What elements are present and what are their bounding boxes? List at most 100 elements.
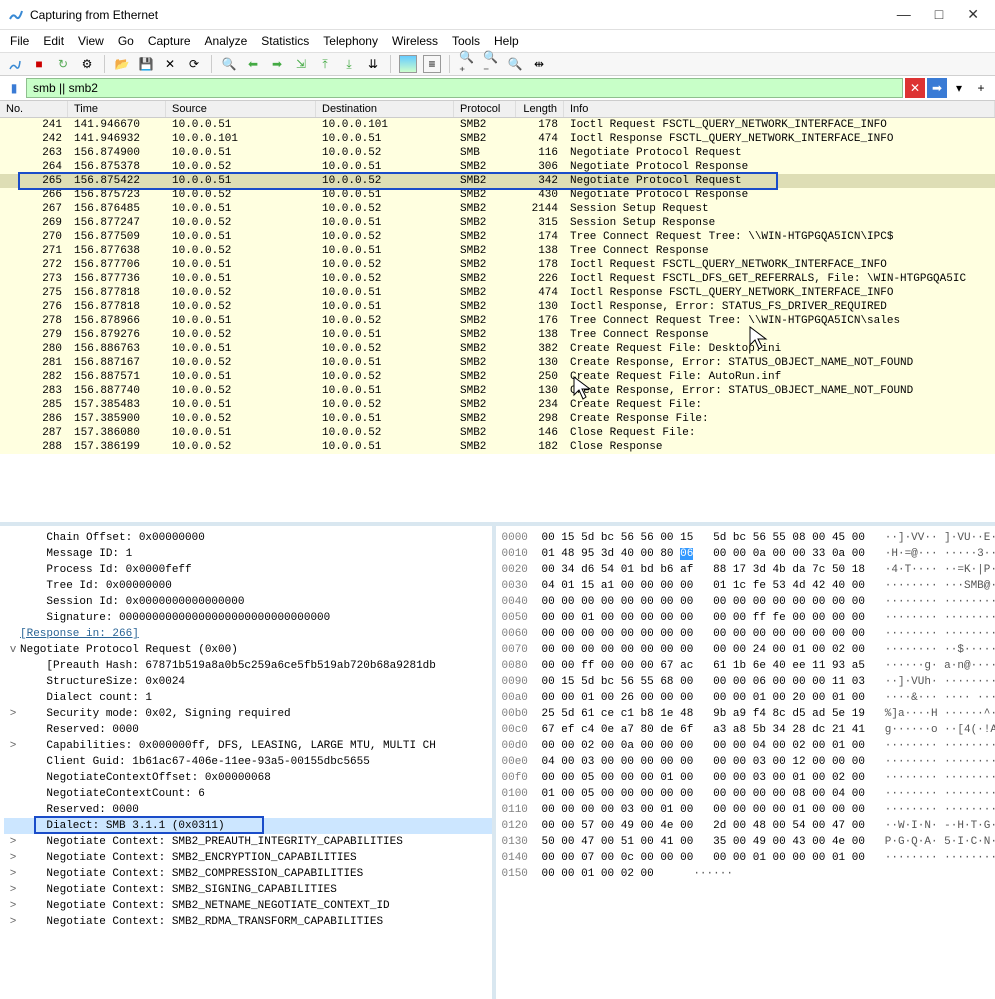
resize-columns-icon[interactable]: ⇹: [530, 55, 548, 73]
detail-line[interactable]: Client Guid: 1b61ac67-406e-11ee-93a5-001…: [4, 754, 492, 770]
go-first-icon[interactable]: ⤒: [316, 55, 334, 73]
packet-row[interactable]: 273156.87773610.0.0.5110.0.0.52SMB2226Io…: [0, 272, 995, 286]
packet-row[interactable]: 280156.88676310.0.0.5110.0.0.52SMB2382Cr…: [0, 342, 995, 356]
detail-line[interactable]: > Security mode: 0x02, Signing required: [4, 706, 492, 722]
packet-row[interactable]: 242141.94693210.0.0.10110.0.0.51SMB2474I…: [0, 132, 995, 146]
detail-line[interactable]: Chain Offset: 0x00000000: [4, 530, 492, 546]
hex-line[interactable]: 015000 00 01 00 02 00 ······: [502, 866, 990, 882]
display-filter-input[interactable]: [26, 78, 903, 98]
menu-view[interactable]: View: [78, 34, 104, 48]
detail-line[interactable]: > Negotiate Context: SMB2_NETNAME_NEGOTI…: [4, 898, 492, 914]
hex-line[interactable]: 005000 00 01 00 00 00 00 00 00 00 ff fe …: [502, 610, 990, 626]
detail-line[interactable]: NegotiateContextOffset: 0x00000068: [4, 770, 492, 786]
detail-line[interactable]: [Preauth Hash: 67871b519a8a0b5c259a6ce5f…: [4, 658, 492, 674]
packet-row[interactable]: 265156.87542210.0.0.5110.0.0.52SMB2342Ne…: [0, 174, 995, 188]
packet-row[interactable]: 269156.87724710.0.0.5210.0.0.51SMB2315Se…: [0, 216, 995, 230]
detail-line[interactable]: > Negotiate Context: SMB2_RDMA_TRANSFORM…: [4, 914, 492, 930]
filter-history-icon[interactable]: ▾: [949, 78, 969, 98]
start-capture-icon[interactable]: [6, 55, 24, 73]
hex-line[interactable]: 00f000 00 05 00 00 00 01 00 00 00 03 00 …: [502, 770, 990, 786]
detail-line[interactable]: Process Id: 0x0000feff: [4, 562, 492, 578]
col-header-no[interactable]: No.: [0, 101, 68, 117]
hex-line[interactable]: 009000 15 5d bc 56 55 68 00 00 00 06 00 …: [502, 674, 990, 690]
open-file-icon[interactable]: 📂: [113, 55, 131, 73]
menu-tools[interactable]: Tools: [452, 34, 480, 48]
hex-line[interactable]: 006000 00 00 00 00 00 00 00 00 00 00 00 …: [502, 626, 990, 642]
detail-line[interactable]: > Negotiate Context: SMB2_COMPRESSION_CA…: [4, 866, 492, 882]
hex-line[interactable]: 00e004 00 03 00 00 00 00 00 00 00 03 00 …: [502, 754, 990, 770]
detail-line[interactable]: Session Id: 0x0000000000000000: [4, 594, 492, 610]
packet-row[interactable]: 288157.38619910.0.0.5210.0.0.51SMB2182Cl…: [0, 440, 995, 454]
packet-row[interactable]: 266156.87572310.0.0.5210.0.0.51SMB2430Ne…: [0, 188, 995, 202]
packet-row[interactable]: 271156.87763810.0.0.5210.0.0.51SMB2138Tr…: [0, 244, 995, 258]
packet-row[interactable]: 270156.87750910.0.0.5110.0.0.52SMB2174Tr…: [0, 230, 995, 244]
col-header-length[interactable]: Length: [516, 101, 564, 117]
menu-analyze[interactable]: Analyze: [205, 34, 248, 48]
zoom-reset-icon[interactable]: 🔍: [506, 55, 524, 73]
detail-line[interactable]: Reserved: 0000: [4, 722, 492, 738]
stop-capture-icon[interactable]: ■: [30, 55, 48, 73]
menu-file[interactable]: File: [10, 34, 29, 48]
packet-row[interactable]: 283156.88774010.0.0.5210.0.0.51SMB2130Cr…: [0, 384, 995, 398]
minimize-button[interactable]: —: [897, 6, 911, 23]
maximize-button[interactable]: □: [935, 6, 943, 23]
restart-capture-icon[interactable]: ↻: [54, 55, 72, 73]
packet-details-pane[interactable]: Chain Offset: 0x00000000 Message ID: 1 P…: [0, 526, 496, 999]
packet-row[interactable]: 287157.38608010.0.0.5110.0.0.52SMB2146Cl…: [0, 426, 995, 440]
packet-row[interactable]: 276156.87781810.0.0.5210.0.0.51SMB2130Io…: [0, 300, 995, 314]
hex-line[interactable]: 003004 01 15 a1 00 00 00 00 01 1c fe 53 …: [502, 578, 990, 594]
menu-capture[interactable]: Capture: [148, 34, 191, 48]
bookmark-filter-icon[interactable]: ▮: [4, 78, 24, 98]
hex-line[interactable]: 000000 15 5d bc 56 56 00 15 5d bc 56 55 …: [502, 530, 990, 546]
packet-row[interactable]: 281156.88716710.0.0.5210.0.0.51SMB2130Cr…: [0, 356, 995, 370]
packet-row[interactable]: 286157.38590010.0.0.5210.0.0.51SMB2298Cr…: [0, 412, 995, 426]
menu-go[interactable]: Go: [118, 34, 134, 48]
col-header-protocol[interactable]: Protocol: [454, 101, 516, 117]
packet-row[interactable]: 272156.87770610.0.0.5110.0.0.52SMB2178Io…: [0, 258, 995, 272]
detail-line[interactable]: Signature: 00000000000000000000000000000…: [4, 610, 492, 626]
hex-line[interactable]: 00b025 5d 61 ce c1 b8 1e 48 9b a9 f4 8c …: [502, 706, 990, 722]
layout-icon[interactable]: ≡: [423, 55, 441, 73]
packet-row[interactable]: 263156.87490010.0.0.5110.0.0.52SMB116Neg…: [0, 146, 995, 160]
close-button[interactable]: ✕: [967, 6, 979, 23]
packet-row[interactable]: 267156.87648510.0.0.5110.0.0.52SMB22144S…: [0, 202, 995, 216]
hex-line[interactable]: 00c067 ef c4 0e a7 80 de 6f a3 a8 5b 34 …: [502, 722, 990, 738]
zoom-out-icon[interactable]: 🔍⁻: [482, 55, 500, 73]
detail-line[interactable]: > Negotiate Context: SMB2_PREAUTH_INTEGR…: [4, 834, 492, 850]
detail-line[interactable]: > Capabilities: 0x000000ff, DFS, LEASING…: [4, 738, 492, 754]
menu-telephony[interactable]: Telephony: [323, 34, 378, 48]
packet-row[interactable]: 285157.38548310.0.0.5110.0.0.52SMB2234Cr…: [0, 398, 995, 412]
col-header-destination[interactable]: Destination: [316, 101, 454, 117]
packet-bytes-pane[interactable]: 000000 15 5d bc 56 56 00 15 5d bc 56 55 …: [496, 526, 995, 999]
packet-row[interactable]: 275156.87781810.0.0.5210.0.0.51SMB2474Io…: [0, 286, 995, 300]
auto-scroll-icon[interactable]: ⇊: [364, 55, 382, 73]
detail-line[interactable]: StructureSize: 0x0024: [4, 674, 492, 690]
go-back-icon[interactable]: ⬅: [244, 55, 262, 73]
detail-line[interactable]: NegotiateContextCount: 6: [4, 786, 492, 802]
hex-line[interactable]: 00d000 00 02 00 0a 00 00 00 00 00 04 00 …: [502, 738, 990, 754]
find-packet-icon[interactable]: 🔍: [220, 55, 238, 73]
menu-statistics[interactable]: Statistics: [261, 34, 309, 48]
packet-row[interactable]: 278156.87896610.0.0.5110.0.0.52SMB2176Tr…: [0, 314, 995, 328]
packet-row[interactable]: 282156.88757110.0.0.5110.0.0.52SMB2250Cr…: [0, 370, 995, 384]
detail-line[interactable]: Dialect: SMB 3.1.1 (0x0311): [4, 818, 492, 834]
hex-line[interactable]: 014000 00 07 00 0c 00 00 00 00 00 01 00 …: [502, 850, 990, 866]
col-header-time[interactable]: Time: [68, 101, 166, 117]
hex-line[interactable]: 001001 48 95 3d 40 00 80 06 00 00 0a 00 …: [502, 546, 990, 562]
packet-row[interactable]: 241141.94667010.0.0.5110.0.0.101SMB2178I…: [0, 118, 995, 132]
hex-line[interactable]: 002000 34 d6 54 01 bd b6 af 88 17 3d 4b …: [502, 562, 990, 578]
menu-wireless[interactable]: Wireless: [392, 34, 438, 48]
go-forward-icon[interactable]: ➡: [268, 55, 286, 73]
reload-icon[interactable]: ⟳: [185, 55, 203, 73]
detail-line[interactable]: Tree Id: 0x00000000: [4, 578, 492, 594]
hex-line[interactable]: 011000 00 00 00 03 00 01 00 00 00 00 00 …: [502, 802, 990, 818]
hex-line[interactable]: 010001 00 05 00 00 00 00 00 00 00 00 00 …: [502, 786, 990, 802]
hex-line[interactable]: 008000 00 ff 00 00 00 67 ac 61 1b 6e 40 …: [502, 658, 990, 674]
hex-line[interactable]: 012000 00 57 00 49 00 4e 00 2d 00 48 00 …: [502, 818, 990, 834]
hex-line[interactable]: 00a000 00 01 00 26 00 00 00 00 00 01 00 …: [502, 690, 990, 706]
zoom-in-icon[interactable]: 🔍⁺: [458, 55, 476, 73]
hex-line[interactable]: 004000 00 00 00 00 00 00 00 00 00 00 00 …: [502, 594, 990, 610]
menu-edit[interactable]: Edit: [43, 34, 64, 48]
clear-filter-icon[interactable]: ✕: [905, 78, 925, 98]
detail-line[interactable]: Dialect count: 1: [4, 690, 492, 706]
